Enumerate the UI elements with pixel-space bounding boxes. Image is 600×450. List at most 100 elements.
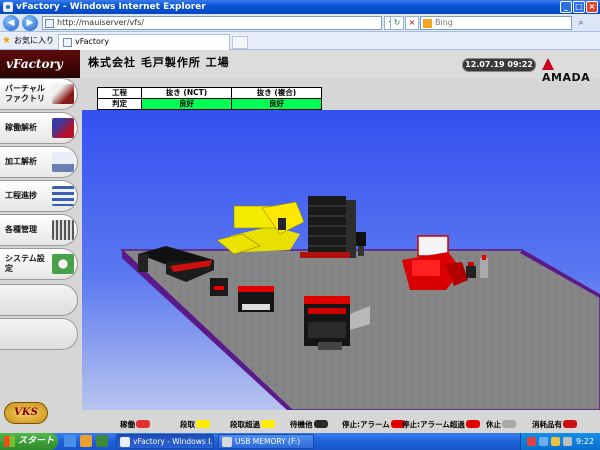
- taskbar: スタート vFactory - Windows I... USB MEMORY …: [0, 433, 600, 450]
- table-header-cell: 抜き (複合): [231, 87, 322, 99]
- sidebar-empty-slot-1: [0, 284, 78, 316]
- legend-swatch: [196, 420, 210, 428]
- legend-item-waiting: 待機他: [290, 418, 328, 432]
- amada-logo: AMADA: [542, 58, 600, 84]
- drive-task-icon: [222, 437, 232, 447]
- task-usb-memory[interactable]: USB MEMORY (F:): [218, 434, 314, 449]
- tab-row: ★ お気に入り vFactory: [0, 32, 600, 50]
- legend-swatch: [502, 420, 516, 428]
- task-label: USB MEMORY (F:): [235, 437, 301, 446]
- legend-item-setup: 段取: [180, 418, 210, 432]
- sidebar-item-system-settings[interactable]: システム設定: [0, 248, 78, 280]
- legend-swatch: [563, 420, 577, 428]
- legend-item-setup-over: 段取超過: [230, 418, 275, 432]
- legend-swatch: [136, 420, 150, 428]
- sidebar-item-label: 稼働解析: [5, 123, 37, 132]
- sidebar-item-label: 工程進捗: [5, 191, 37, 200]
- machine-storage-tower[interactable]: [300, 196, 356, 258]
- row-label-cell: 判定: [97, 98, 142, 110]
- status-legend: 稼働 段取 段取超過 待機他 停止:アラーム 停止:アラーム超過 休止 消耗品有: [80, 416, 600, 433]
- bing-icon: [423, 19, 432, 28]
- legend-item-consumables: 消耗品有: [532, 418, 577, 432]
- favorites-label: お気に入り: [14, 36, 54, 45]
- sidebar-item-label: バーチャル ファクトリ: [5, 84, 45, 103]
- tray-volume-icon[interactable]: [551, 437, 560, 446]
- amada-brand: AMADA: [542, 71, 591, 84]
- minimize-button[interactable]: _: [560, 1, 572, 13]
- search-input[interactable]: Bing: [420, 16, 572, 30]
- tray-network-icon[interactable]: [539, 437, 548, 446]
- window-controls: _ □ ×: [560, 1, 598, 13]
- window-title-bar: vFactory - Windows Internet Explorer _ □…: [0, 0, 600, 14]
- status-table: 工程 抜き (NCT) 抜き (複合) 判定 良好 良好: [97, 87, 322, 110]
- legend-label: 休止: [486, 420, 501, 429]
- progress-grid-icon: [52, 186, 74, 206]
- legend-label: 待機他: [290, 420, 313, 429]
- sidebar-item-label: 加工解析: [5, 157, 37, 166]
- ie-icon: [3, 2, 13, 12]
- legend-item-idle: 休止: [486, 418, 516, 432]
- ie-quicklaunch-icon[interactable]: [64, 435, 76, 447]
- app-header: vFactory 株式会社 毛戸製作所 工場 12.07.19 09:22 AM…: [0, 50, 600, 84]
- vfactory-logo: vFactory: [0, 50, 80, 78]
- page-content: vFactory 株式会社 毛戸製作所 工場 12.07.19 09:22 AM…: [0, 50, 600, 433]
- system-tray: 9:22: [520, 433, 600, 450]
- address-bar-row: ◀ ▶ http://mauiserver/vfs/ ▾ ↻ × Bing ⌕: [0, 14, 600, 32]
- legend-swatch: [261, 420, 275, 428]
- legend-item-alarm-over: 停止:アラーム超過: [402, 418, 480, 432]
- windows-flag-icon: [4, 436, 15, 447]
- datetime-display: 12.07.19 09:22: [462, 58, 536, 72]
- stop-icon[interactable]: ×: [405, 16, 419, 30]
- amada-mark-icon: [542, 58, 554, 70]
- ie-task-icon: [120, 437, 130, 447]
- sidebar: バーチャル ファクトリ 稼働解析 加工解析 工程進捗 各種管理 システム設定 V…: [0, 78, 80, 433]
- legend-label: 稼働: [120, 420, 135, 429]
- tab-vfactory[interactable]: vFactory: [58, 34, 230, 50]
- favorites-button[interactable]: ★ お気に入り: [2, 35, 54, 47]
- legend-item-alarm-stop: 停止:アラーム: [342, 418, 405, 432]
- vks-logo: VKS: [4, 402, 48, 424]
- page-icon: [45, 19, 54, 28]
- processing-chart-icon: [52, 152, 74, 172]
- sidebar-item-virtual-factory[interactable]: バーチャル ファクトリ: [0, 78, 78, 110]
- legend-item-operating: 稼働: [120, 418, 150, 432]
- factory-3d-view[interactable]: [82, 110, 600, 410]
- forward-button[interactable]: ▶: [22, 15, 38, 31]
- table-header-row: 工程 抜き (NCT) 抜き (複合): [97, 87, 322, 99]
- tray-usb-icon[interactable]: [563, 437, 572, 446]
- status-cell-nct[interactable]: 良好: [141, 98, 232, 110]
- address-text: http://mauiserver/vfs/: [57, 18, 144, 27]
- legend-label: 段取超過: [230, 420, 260, 429]
- close-window-button[interactable]: ×: [586, 1, 598, 13]
- refresh-icon[interactable]: ↻: [390, 16, 404, 30]
- maximize-button[interactable]: □: [573, 1, 585, 13]
- task-vfactory[interactable]: vFactory - Windows I...: [116, 434, 214, 449]
- sidebar-item-processing-analysis[interactable]: 加工解析: [0, 146, 78, 178]
- new-tab-button[interactable]: [232, 36, 248, 49]
- taskbar-clock: 9:22: [576, 437, 594, 446]
- sidebar-item-process-progress[interactable]: 工程進捗: [0, 180, 78, 212]
- search-icon[interactable]: ⌕: [574, 16, 588, 30]
- table-header-cell: 工程: [97, 87, 142, 99]
- legend-label: 停止:アラーム: [342, 420, 390, 429]
- legend-label: 停止:アラーム超過: [402, 420, 465, 429]
- tab-label: vFactory: [75, 37, 109, 46]
- star-icon: ★: [2, 35, 11, 46]
- start-button[interactable]: スタート: [0, 433, 58, 450]
- folder-quicklaunch-icon[interactable]: [80, 435, 92, 447]
- media-quicklaunch-icon[interactable]: [96, 435, 108, 447]
- status-cell-combined[interactable]: 良好: [231, 98, 322, 110]
- task-label: vFactory - Windows I...: [133, 437, 214, 446]
- sidebar-item-management[interactable]: 各種管理: [0, 214, 78, 246]
- window-title: vFactory - Windows Internet Explorer: [16, 2, 206, 12]
- tray-alert-icon[interactable]: [527, 437, 536, 446]
- settings-gear-icon: [52, 254, 74, 274]
- address-input[interactable]: http://mauiserver/vfs/: [42, 16, 382, 30]
- company-name: 株式会社 毛戸製作所 工場: [88, 56, 230, 69]
- legend-label: 段取: [180, 420, 195, 429]
- operation-chart-icon: [52, 118, 74, 138]
- back-button[interactable]: ◀: [3, 15, 19, 31]
- sidebar-item-operation-analysis[interactable]: 稼働解析: [0, 112, 78, 144]
- legend-swatch: [465, 420, 480, 428]
- table-row: 判定 良好 良好: [97, 98, 322, 110]
